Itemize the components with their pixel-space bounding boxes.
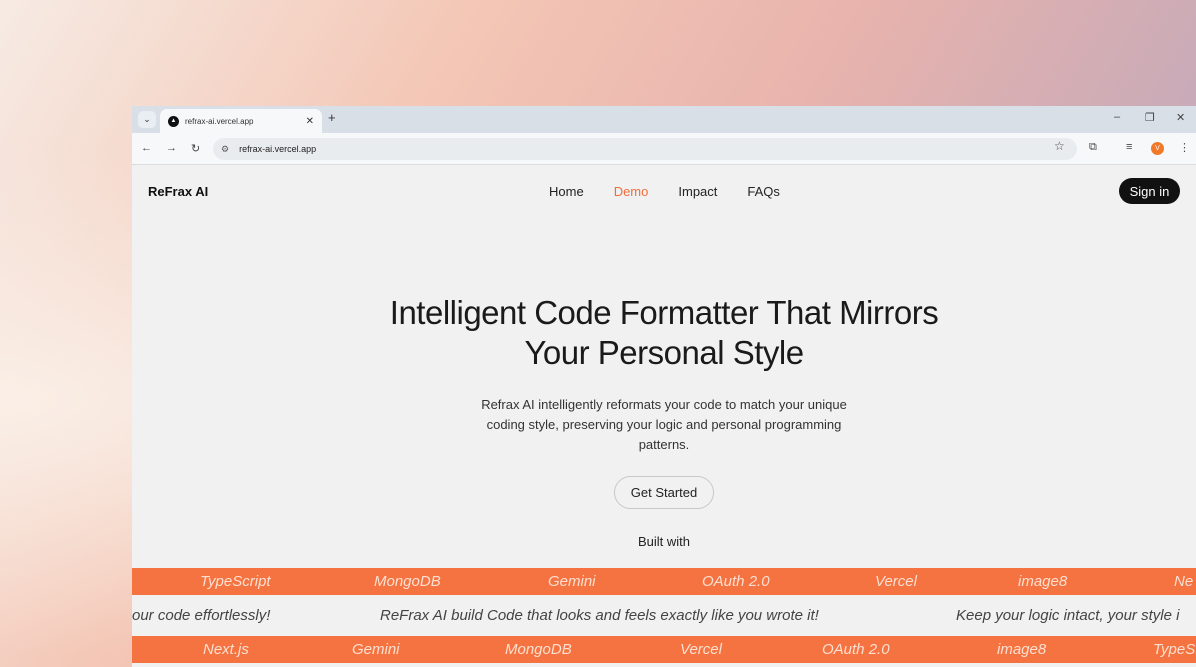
sign-in-button[interactable]: Sign in bbox=[1119, 178, 1180, 204]
browser-tab[interactable]: ▲ refrax-ai.vercel.app ✕ bbox=[160, 109, 322, 133]
arrow-right-icon[interactable]: → bbox=[166, 142, 177, 154]
hero-title: Intelligent Code Formatter That Mirrors … bbox=[132, 293, 1196, 373]
tech-marquee-2: Next.js Gemini MongoDB Vercel OAuth 2.0 … bbox=[132, 636, 1196, 663]
nav-faqs[interactable]: FAQs bbox=[747, 184, 780, 199]
marquee-item: ReFrax AI build Code that looks and feel… bbox=[380, 607, 819, 624]
brand-logo[interactable]: ReFrax AI bbox=[148, 184, 208, 199]
tab-search-button[interactable]: ⌄ bbox=[138, 111, 156, 128]
tune-icon[interactable]: ⚙ bbox=[221, 144, 229, 155]
address-bar[interactable]: ⚙ refrax-ai.vercel.app bbox=[213, 138, 1077, 160]
marquee-item: TypeS bbox=[1153, 641, 1196, 658]
avatar[interactable]: V bbox=[1151, 142, 1164, 155]
url-text: refrax-ai.vercel.app bbox=[239, 144, 317, 154]
nav-home[interactable]: Home bbox=[549, 184, 584, 199]
marquee-item: image8 bbox=[1018, 573, 1068, 590]
puzzle-icon[interactable]: ⧉ bbox=[1089, 141, 1097, 154]
marquee-item: Gemini bbox=[352, 641, 400, 658]
minimize-icon[interactable]: – bbox=[1114, 111, 1120, 123]
close-window-icon[interactable]: ✕ bbox=[1176, 111, 1185, 124]
kebab-menu-icon[interactable]: ⋮ bbox=[1179, 141, 1190, 154]
marquee-item: MongoDB bbox=[374, 573, 441, 590]
marquee-item: OAuth 2.0 bbox=[822, 641, 890, 658]
address-toolbar: ← → ↻ ⚙ refrax-ai.vercel.app ☆ ⧉ ≡ V ⋮ bbox=[132, 133, 1196, 165]
marquee-item: Vercel bbox=[875, 573, 917, 590]
star-icon[interactable]: ☆ bbox=[1054, 139, 1065, 153]
marquee-item: Ne bbox=[1174, 573, 1194, 590]
marquee-item: our code effortlessly! bbox=[132, 607, 271, 624]
web-page: ReFrax AI Home Demo Impact FAQs Sign in … bbox=[132, 165, 1196, 667]
hero-title-line2: Your Personal Style bbox=[524, 334, 804, 371]
close-icon[interactable]: ✕ bbox=[306, 116, 314, 127]
marquee-item: OAuth 2.0 bbox=[702, 573, 770, 590]
browser-window: ⌄ ▲ refrax-ai.vercel.app ✕ + – ❐ ✕ ← → ↻… bbox=[132, 106, 1196, 667]
plus-icon[interactable]: + bbox=[328, 110, 336, 125]
reload-icon[interactable]: ↻ bbox=[191, 142, 200, 155]
vercel-favicon-icon: ▲ bbox=[168, 115, 179, 127]
marquee-item: image8 bbox=[997, 641, 1047, 658]
marquee-item: Next.js bbox=[203, 641, 249, 658]
arrow-left-icon[interactable]: ← bbox=[141, 142, 152, 154]
hero-title-line1: Intelligent Code Formatter That Mirrors bbox=[389, 294, 939, 331]
marquee-item: TypeScript bbox=[200, 573, 271, 590]
tab-strip: ⌄ ▲ refrax-ai.vercel.app ✕ + – ❐ ✕ bbox=[132, 106, 1196, 133]
restore-icon[interactable]: ❐ bbox=[1145, 111, 1155, 124]
tagline-marquee: our code effortlessly! ReFrax AI build C… bbox=[132, 602, 1196, 629]
hero-subtitle: Refrax AI intelligently reformats your c… bbox=[481, 397, 847, 452]
marquee-item: Keep your logic intact, your style i bbox=[956, 607, 1180, 624]
nav-impact[interactable]: Impact bbox=[678, 184, 717, 199]
marquee-item: Gemini bbox=[548, 573, 596, 590]
marquee-item: Vercel bbox=[680, 641, 722, 658]
nav-demo[interactable]: Demo bbox=[614, 184, 649, 199]
built-with-label: Built with bbox=[637, 534, 691, 549]
marquee-item: MongoDB bbox=[505, 641, 572, 658]
media-control-icon[interactable]: ≡ bbox=[1126, 141, 1132, 153]
get-started-button[interactable]: Get Started bbox=[614, 476, 714, 509]
tab-title: refrax-ai.vercel.app bbox=[185, 116, 254, 126]
tech-marquee-1: TypeScript MongoDB Gemini OAuth 2.0 Verc… bbox=[132, 568, 1196, 595]
main-nav: Home Demo Impact FAQs bbox=[549, 184, 780, 199]
chevron-down-icon: ⌄ bbox=[143, 114, 151, 124]
